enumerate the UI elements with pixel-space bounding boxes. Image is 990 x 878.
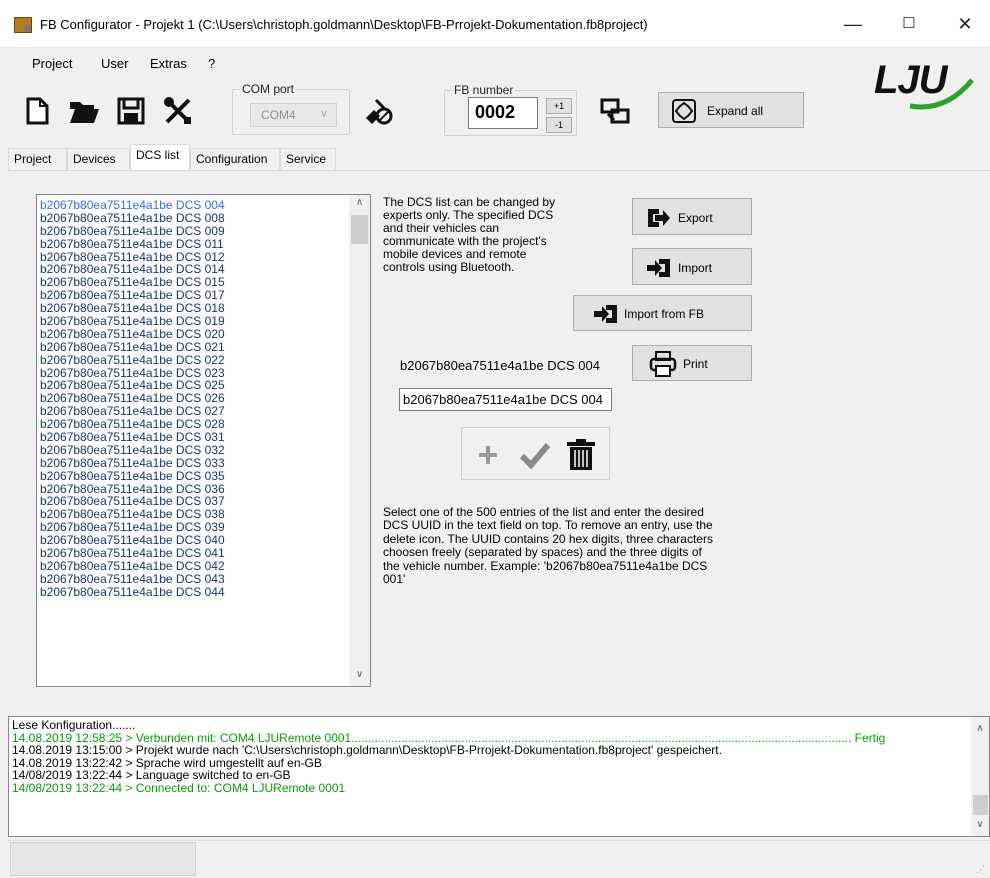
- log-line: 14.08.2019 13:15:00 > Projekt wurde nach…: [12, 743, 722, 758]
- dcs-list-item[interactable]: b2067b80ea7511e4a1be DCS 042: [37, 560, 370, 573]
- dcs-list-item[interactable]: b2067b80ea7511e4a1be DCS 043: [37, 572, 370, 586]
- scrollbar-thumb[interactable]: [973, 795, 988, 815]
- expand-icon: [671, 98, 697, 127]
- scroll-up-icon[interactable]: ∧: [971, 723, 989, 734]
- selected-entry-label: b2067b80ea7511e4a1be DCS 004: [400, 358, 600, 373]
- dcs-list-item[interactable]: b2067b80ea7511e4a1be DCS 035: [37, 469, 370, 483]
- title-bar: FB Configurator - Projekt 1 (C:\Users\ch…: [0, 0, 990, 48]
- dcs-list-item[interactable]: b2067b80ea7511e4a1be DCS 011: [37, 237, 370, 251]
- checkmark-icon: [519, 443, 551, 470]
- app-icon: [14, 17, 32, 33]
- dcs-help-text: Select one of the 500 entries of the lis…: [383, 505, 713, 587]
- confirm-entry-button[interactable]: [518, 437, 551, 472]
- dcs-list-item[interactable]: b2067b80ea7511e4a1be DCS 032: [37, 444, 370, 457]
- settings-tools-icon[interactable]: [163, 96, 193, 126]
- chevron-down-icon: ∨: [319, 108, 328, 120]
- scroll-up-icon[interactable]: ∧: [349, 197, 370, 208]
- scroll-down-icon[interactable]: ∨: [971, 819, 989, 830]
- new-file-icon[interactable]: [22, 96, 52, 126]
- dcs-list-item[interactable]: b2067b80ea7511e4a1be DCS 044: [37, 585, 370, 599]
- expand-all-button[interactable]: Expand all: [658, 92, 804, 128]
- dcs-info-text: The DCS list can be changed by experts o…: [383, 195, 556, 274]
- import-label: Import: [678, 261, 713, 275]
- window-title: FB Configurator - Projekt 1 (C:\Users\ch…: [40, 17, 648, 32]
- dcs-list-scrollbar[interactable]: ∧ ∨: [349, 195, 370, 686]
- dcs-list-item[interactable]: b2067b80ea7511e4a1be DCS 019: [37, 315, 370, 328]
- log-output[interactable]: Lese Konfiguration....... 14.08.2019 12:5…: [8, 716, 990, 837]
- trash-icon: [567, 439, 595, 470]
- export-icon: [645, 205, 671, 234]
- print-label: Print: [683, 357, 708, 371]
- print-button[interactable]: Print: [632, 345, 752, 381]
- com-port-select[interactable]: COM4 ∨: [250, 103, 337, 127]
- menu-extras[interactable]: Extras: [150, 56, 187, 71]
- dcs-list[interactable]: b2067b80ea7511e4a1be DCS 004 b2067b80ea75…: [36, 194, 371, 687]
- tab-dcs-list[interactable]: DCS list: [130, 144, 190, 171]
- close-button[interactable]: ✕: [942, 12, 988, 36]
- maximize-button[interactable]: ☐: [886, 12, 932, 36]
- dcs-list-item[interactable]: b2067b80ea7511e4a1be DCS 009: [37, 224, 370, 238]
- dcs-list-item[interactable]: b2067b80ea7511e4a1be DCS 031: [37, 431, 370, 444]
- resize-grip-icon[interactable]: ⋰: [976, 864, 985, 875]
- dcs-list-item[interactable]: b2067b80ea7511e4a1be DCS 020: [37, 328, 370, 341]
- tab-devices[interactable]: Devices: [67, 148, 130, 170]
- scroll-down-icon[interactable]: ∨: [349, 669, 370, 680]
- disconnect-icon[interactable]: [362, 96, 393, 126]
- tab-configuration[interactable]: Configuration: [190, 148, 280, 170]
- scrollbar-thumb[interactable]: [351, 215, 368, 244]
- tab-project[interactable]: Project: [8, 148, 67, 170]
- import-from-fb-label: Import from FB: [624, 307, 705, 321]
- log-line: 14/08/2019 13:22:44 > Connected to: COM4…: [12, 780, 346, 795]
- menu-help[interactable]: ?: [208, 56, 215, 71]
- log-scrollbar[interactable]: ∧ ∨: [971, 717, 989, 836]
- minimize-button[interactable]: —: [830, 12, 876, 36]
- logo-swoosh-icon: [909, 78, 974, 110]
- dcs-list-item[interactable]: b2067b80ea7511e4a1be DCS 008: [37, 211, 370, 225]
- dcs-list-item[interactable]: b2067b80ea7511e4a1be DCS 041: [37, 547, 370, 560]
- dcs-list-item[interactable]: b2067b80ea7511e4a1be DCS 004: [37, 199, 370, 212]
- menu-project[interactable]: Project: [32, 56, 72, 71]
- fb-number-increment-button[interactable]: +1: [546, 98, 572, 114]
- log-line: Lese Konfiguration.......: [12, 718, 136, 732]
- import-icon: [645, 255, 673, 284]
- printer-icon: [649, 350, 677, 381]
- save-icon[interactable]: [116, 96, 146, 126]
- dcs-list-item[interactable]: b2067b80ea7511e4a1be DCS 033: [37, 456, 370, 470]
- open-folder-icon[interactable]: [68, 96, 99, 126]
- dcs-uuid-input[interactable]: b2067b80ea7511e4a1be DCS 004: [399, 388, 612, 411]
- import-fb-icon: [592, 301, 620, 330]
- fb-number-label: FB number: [452, 83, 516, 97]
- plus-icon: [479, 446, 497, 464]
- expand-all-label: Expand all: [707, 104, 764, 118]
- export-label: Export: [678, 211, 713, 225]
- transfer-icon[interactable]: [600, 96, 630, 126]
- import-button[interactable]: Import: [632, 248, 752, 285]
- delete-entry-button[interactable]: [564, 437, 598, 472]
- status-panel: [10, 842, 196, 876]
- com-port-label: COM port: [240, 82, 297, 96]
- export-button[interactable]: Export: [632, 198, 752, 235]
- fb-number-decrement-button[interactable]: -1: [546, 117, 572, 133]
- tab-service[interactable]: Service: [280, 148, 336, 170]
- add-entry-button[interactable]: [472, 437, 504, 472]
- import-from-fb-button[interactable]: Import from FB: [573, 295, 752, 331]
- com-port-value: COM4: [261, 108, 296, 122]
- dcs-list-item[interactable]: b2067b80ea7511e4a1be DCS 021: [37, 340, 370, 354]
- fb-number-input[interactable]: 0002: [468, 97, 538, 129]
- dcs-list-item[interactable]: b2067b80ea7511e4a1be DCS 022: [37, 353, 370, 367]
- menu-user[interactable]: User: [101, 56, 128, 71]
